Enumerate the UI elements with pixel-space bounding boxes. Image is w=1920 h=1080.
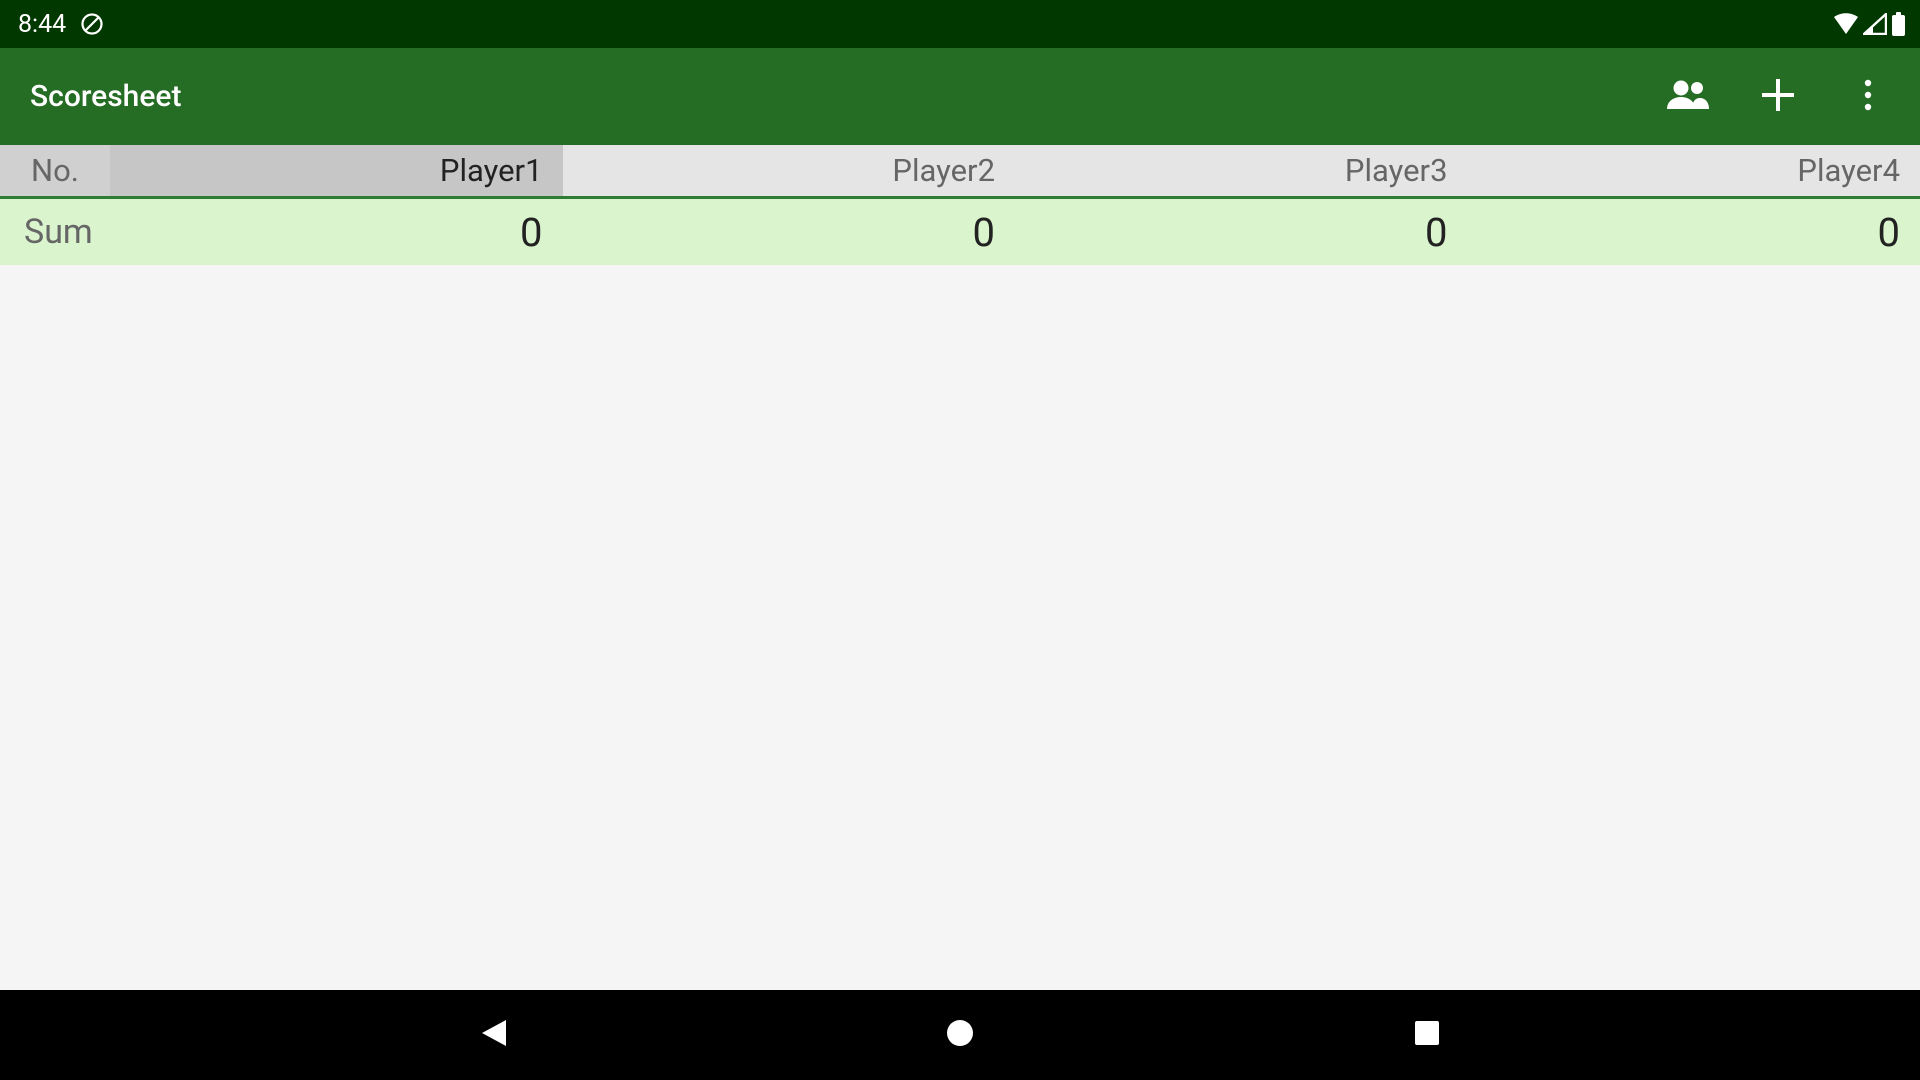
header-player4[interactable]: Player4	[1468, 145, 1920, 196]
nav-home-button[interactable]	[930, 1005, 990, 1065]
header-player1[interactable]: Player1	[110, 145, 563, 196]
do-not-disturb-icon	[80, 12, 104, 36]
header-player2-label: Player2	[892, 152, 995, 189]
add-button[interactable]	[1756, 75, 1800, 119]
sum-label: Sum	[0, 212, 110, 252]
nav-back-button[interactable]	[463, 1005, 523, 1065]
header-player4-label: Player4	[1797, 152, 1900, 189]
plus-icon	[1760, 77, 1796, 117]
header-player3-label: Player3	[1345, 152, 1448, 189]
nav-bar	[0, 990, 1920, 1080]
header-player3[interactable]: Player3	[1015, 145, 1468, 196]
sum-player2: 0	[563, 209, 1016, 256]
content-area[interactable]	[0, 265, 1920, 990]
sum-player1: 0	[110, 209, 563, 256]
header-player2[interactable]: Player2	[563, 145, 1016, 196]
header-no-column: No.	[0, 145, 110, 196]
players-button[interactable]	[1666, 75, 1710, 119]
table-header-row: No. Player1 Player2 Player3 Player4	[0, 145, 1920, 199]
app-bar-actions	[1666, 75, 1900, 119]
screen: 8:44	[0, 0, 1920, 1080]
status-right	[1833, 12, 1906, 36]
nav-recent-button[interactable]	[1397, 1005, 1457, 1065]
app-title: Scoresheet	[30, 79, 181, 114]
battery-icon	[1891, 12, 1906, 36]
sum-player3: 0	[1015, 209, 1468, 256]
status-bar: 8:44	[0, 0, 1920, 48]
cell-signal-icon	[1863, 13, 1887, 35]
home-circle-icon	[945, 1018, 975, 1052]
more-vert-icon	[1863, 78, 1873, 116]
status-time: 8:44	[18, 10, 66, 39]
overflow-menu-button[interactable]	[1846, 75, 1890, 119]
back-triangle-icon	[478, 1017, 508, 1053]
header-player1-label: Player1	[440, 152, 543, 189]
wifi-icon	[1833, 13, 1859, 35]
status-left: 8:44	[18, 10, 104, 39]
recent-square-icon	[1414, 1020, 1440, 1050]
people-icon	[1665, 79, 1711, 115]
sum-row: Sum 0 0 0 0	[0, 199, 1920, 265]
sum-player4: 0	[1468, 209, 1920, 256]
app-bar: Scoresheet	[0, 48, 1920, 145]
